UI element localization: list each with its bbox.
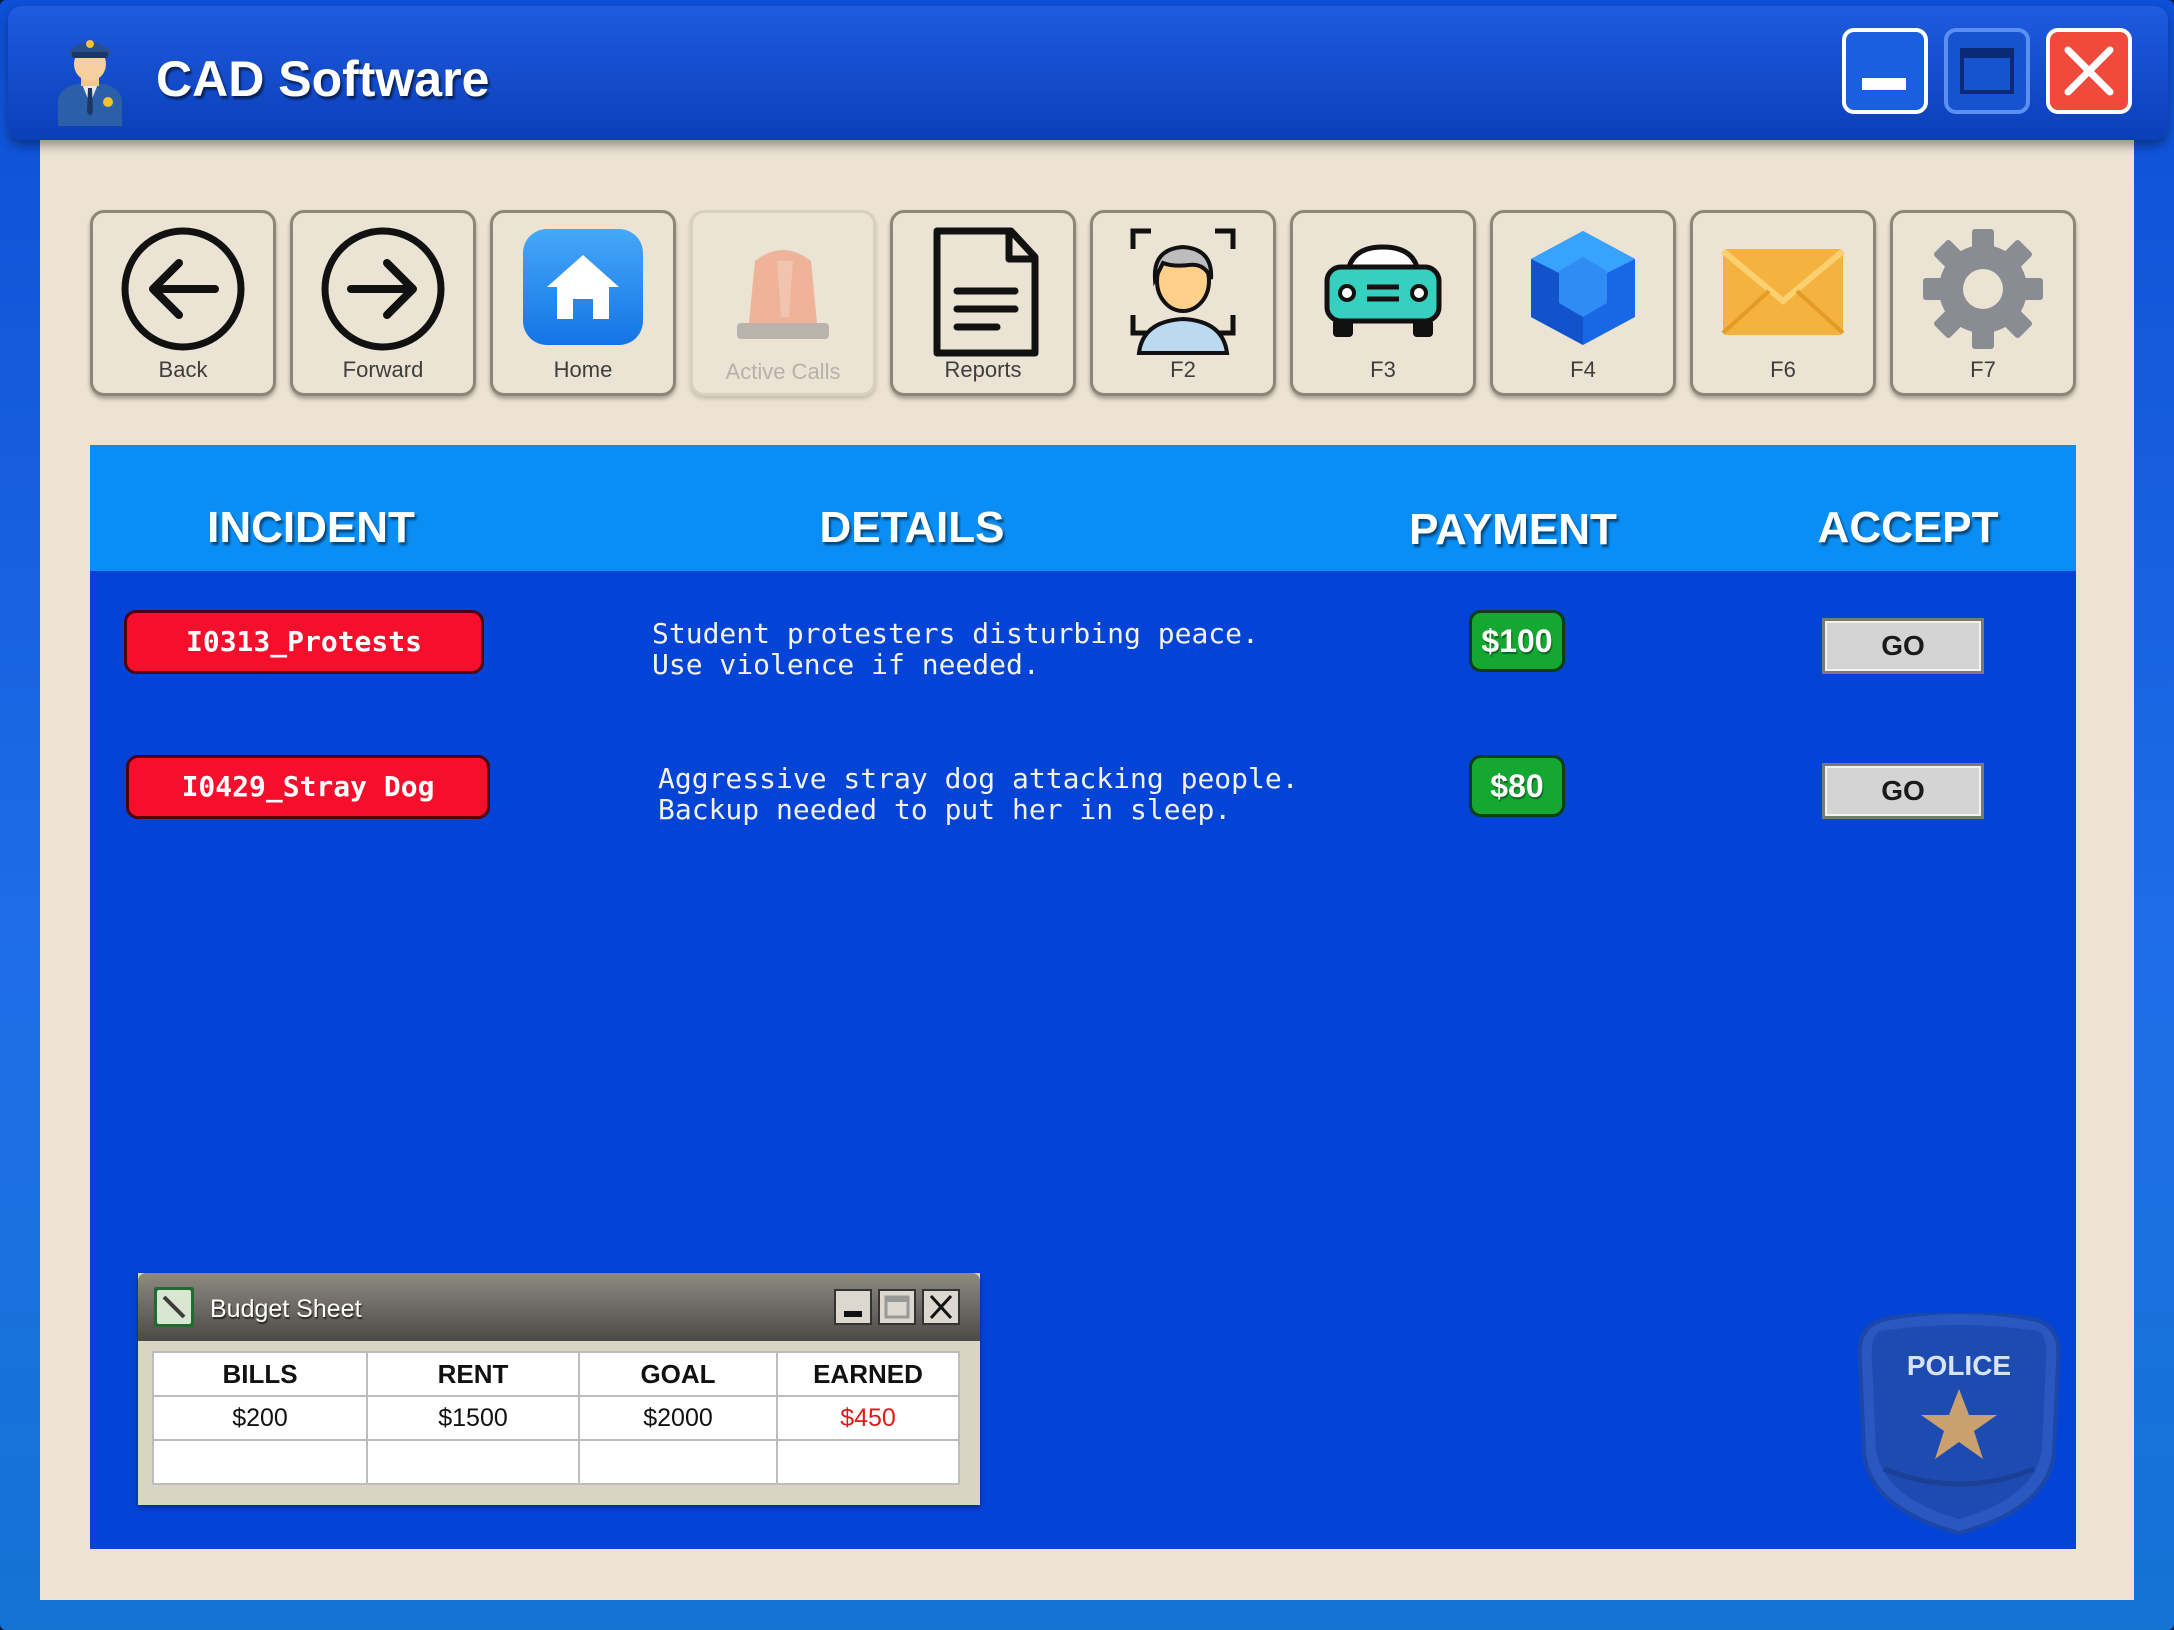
active-calls-label: Active Calls: [725, 359, 841, 384]
incident-table-header: INCIDENT DETAILS PAYMENT ACCEPT: [90, 445, 2076, 571]
incident-button[interactable]: I0313_Protests: [124, 610, 484, 674]
incident-details: Student protesters disturbing peace. Use…: [652, 617, 1259, 681]
reports-label: Reports: [944, 357, 1022, 382]
forward-button[interactable]: Forward: [290, 210, 476, 396]
spreadsheet-icon: [154, 1287, 194, 1327]
payment-badge: $80: [1469, 755, 1565, 817]
budget-empty-cell[interactable]: [152, 1439, 368, 1485]
budget-header-goal: GOAL: [578, 1351, 778, 1397]
table-row: I0313_Protests Student protesters distur…: [90, 610, 2076, 720]
budget-sheet-titlebar[interactable]: Budget Sheet: [138, 1273, 980, 1341]
budget-empty-cell[interactable]: [578, 1439, 778, 1485]
budget-sheet-title: Budget Sheet: [210, 1295, 362, 1323]
budget-empty-cell[interactable]: [366, 1439, 580, 1485]
title-bar[interactable]: CAD Software: [8, 6, 2168, 140]
police-officer-icon: [58, 40, 122, 126]
header-incident: INCIDENT: [207, 503, 415, 552]
f2-label: F2: [1170, 357, 1196, 382]
close-icon: [929, 1294, 953, 1320]
f7-button[interactable]: F7: [1890, 210, 2076, 396]
incident-details: Aggressive stray dog attacking people. B…: [658, 762, 1299, 826]
back-button[interactable]: Back: [90, 210, 276, 396]
header-accept: ACCEPT: [1817, 503, 1999, 552]
budget-goal-value[interactable]: $2000: [578, 1395, 778, 1441]
budget-values-row: $200 $1500 $2000 $450: [152, 1395, 960, 1441]
header-payment: PAYMENT: [1409, 505, 1617, 554]
badge-text: POLICE: [1907, 1350, 2011, 1381]
maximize-icon: [884, 1295, 910, 1319]
siren-icon: [737, 250, 829, 339]
incident-panel: INCIDENT DETAILS PAYMENT ACCEPT I0313_Pr…: [90, 445, 2076, 1549]
budget-header-bills: BILLS: [152, 1351, 368, 1397]
budget-maximize-button[interactable]: [878, 1289, 916, 1325]
document-icon: [933, 227, 1039, 357]
home-button[interactable]: Home: [490, 210, 676, 396]
payment-badge: $100: [1469, 610, 1565, 672]
budget-bills-value[interactable]: $200: [152, 1395, 368, 1441]
arrow-left-icon: [121, 227, 245, 351]
window-title: CAD Software: [156, 51, 490, 107]
f4-button[interactable]: F4: [1490, 210, 1676, 396]
police-badge-icon: POLICE: [1857, 1313, 2061, 1535]
close-icon: [2064, 46, 2114, 96]
f3-label: F3: [1370, 357, 1396, 382]
budget-empty-row: [152, 1439, 960, 1485]
f6-label: F6: [1770, 357, 1796, 382]
accept-go-button[interactable]: GO: [1822, 618, 1984, 674]
f4-label: F4: [1570, 357, 1596, 382]
f6-button[interactable]: F6: [1690, 210, 1876, 396]
budget-minimize-button[interactable]: [834, 1289, 872, 1325]
minimize-icon: [1862, 78, 1906, 90]
budget-table: BILLS RENT GOAL EARNED $200 $1500 $2000 …: [152, 1351, 960, 1485]
incident-button[interactable]: I0429_Stray Dog: [126, 755, 490, 819]
minimize-icon: [844, 1311, 862, 1317]
budget-sheet-window[interactable]: Budget Sheet BILLS RENT GOAL EARNED $200…: [138, 1273, 980, 1505]
back-label: Back: [158, 357, 208, 382]
maximize-icon: [1960, 48, 2014, 94]
budget-close-button[interactable]: [922, 1289, 960, 1325]
minimize-button[interactable]: [1842, 28, 1928, 114]
gear-icon: [1923, 229, 2043, 349]
budget-header-rent: RENT: [366, 1351, 580, 1397]
budget-earned-value[interactable]: $450: [776, 1395, 960, 1441]
budget-empty-cell[interactable]: [776, 1439, 960, 1485]
home-icon: [523, 229, 643, 345]
arrow-right-icon: [321, 227, 445, 351]
gem-icon: [1531, 231, 1635, 345]
table-row: I0429_Stray Dog Aggressive stray dog att…: [90, 755, 2076, 865]
maximize-button[interactable]: [1944, 28, 2030, 114]
f7-label: F7: [1970, 357, 1996, 382]
reports-button[interactable]: Reports: [890, 210, 1076, 396]
close-button[interactable]: [2046, 28, 2132, 114]
forward-label: Forward: [342, 357, 424, 382]
budget-header-earned: EARNED: [776, 1351, 960, 1397]
f3-button[interactable]: F3: [1290, 210, 1476, 396]
face-scan-icon: [1130, 228, 1236, 355]
home-label: Home: [553, 357, 613, 382]
f2-button[interactable]: F2: [1090, 210, 1276, 396]
accept-go-button[interactable]: GO: [1822, 763, 1984, 819]
app-window: CAD Software Back Forward Home Active Ca…: [0, 0, 2174, 1630]
car-icon: [1324, 244, 1442, 337]
budget-rent-value[interactable]: $1500: [366, 1395, 580, 1441]
mail-icon: [1721, 248, 1845, 335]
budget-header-row: BILLS RENT GOAL EARNED: [152, 1351, 960, 1397]
header-details: DETAILS: [819, 503, 1005, 552]
active-calls-button[interactable]: Active Calls: [690, 210, 876, 396]
